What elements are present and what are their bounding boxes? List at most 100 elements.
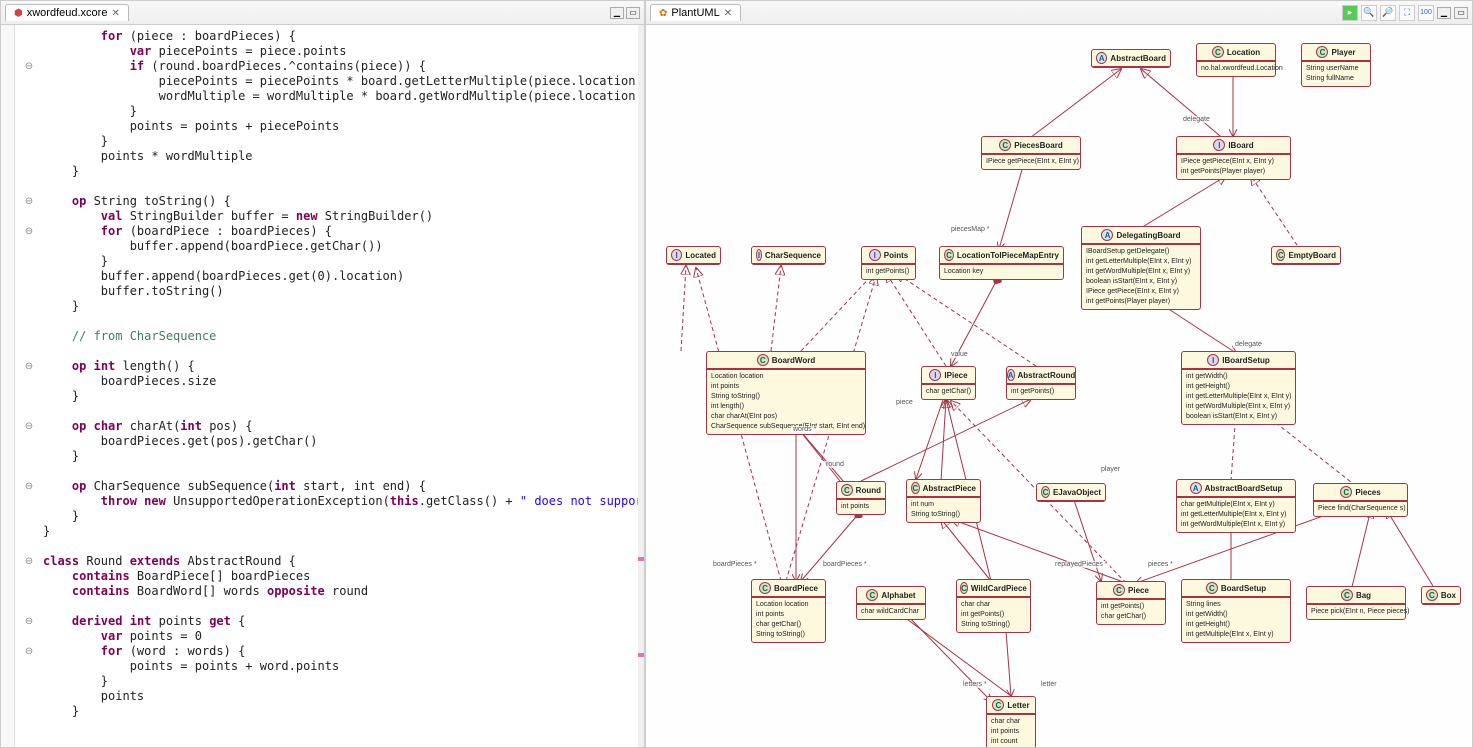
editor-body[interactable]: ⊖ ⊖ ⊖ ⊖ ⊖ ⊖ ⊖ ⊖ ⊖ for (piece : boardPieces) { va… xyxy=(1,25,644,747)
fold-toggle[interactable]: ⊖ xyxy=(15,194,43,209)
fold-toggle xyxy=(15,599,43,614)
uml-class-Location[interactable]: CLocationno.hal.xwordfeud.Location xyxy=(1196,43,1276,77)
diagram-tab[interactable]: ✿ PlantUML ✕ xyxy=(650,4,741,21)
uml-class-CharSequence[interactable]: ICharSequence xyxy=(751,246,826,265)
uml-class-Player[interactable]: CPlayerString userNameString fullName xyxy=(1301,43,1371,87)
minimize-icon[interactable]: ▁ xyxy=(1437,7,1451,19)
uml-class-IBoardSetup[interactable]: IIBoardSetupint getWidth()int getHeight(… xyxy=(1181,351,1296,425)
uml-label: letters * xyxy=(961,681,989,688)
uml-class-Pieces[interactable]: CPiecesPiece find(CharSequence s) xyxy=(1313,483,1408,517)
fold-toggle[interactable]: ⊖ xyxy=(15,224,43,239)
uml-label: boardPieces * xyxy=(711,561,759,568)
uml-class-PiecesBoard[interactable]: CPiecesBoardIPiece getPiece(EInt x, EInt… xyxy=(981,136,1081,170)
uml-class-AbstractBoard[interactable]: AAbstractBoard xyxy=(1091,49,1171,68)
fold-toggle xyxy=(15,284,43,299)
editor-pane: ⬢ xwordfeud.xcore ✕ ▁ ▭ ⊖ ⊖ ⊖ ⊖ ⊖ ⊖ ⊖ ⊖ ⊖ for (p… xyxy=(0,0,645,748)
xcore-file-icon: ⬢ xyxy=(14,8,23,19)
uml-class-DelegatingBoard[interactable]: ADelegatingBoardIBoardSetup getDelegate(… xyxy=(1081,226,1201,310)
fold-toggle xyxy=(15,494,43,509)
fold-toggle xyxy=(15,449,43,464)
uml-class-Located[interactable]: ILocated xyxy=(666,246,721,265)
zoom-in-icon[interactable]: 🔍 xyxy=(1361,5,1377,21)
fold-toggle xyxy=(15,29,43,44)
uml-class-AbstractBoardSetup[interactable]: AAbstractBoardSetupchar getMultiple(EInt… xyxy=(1176,479,1296,533)
uml-class-Box[interactable]: CBox xyxy=(1421,586,1461,605)
editor-tab[interactable]: ⬢ xwordfeud.xcore ✕ xyxy=(5,4,129,21)
uml-label: piecesMap * xyxy=(949,226,992,233)
uml-class-Bag[interactable]: CBagPiece pick(EInt n, Piece pieces) xyxy=(1306,586,1406,620)
uml-label: piece xyxy=(894,399,915,406)
fold-toggle[interactable]: ⊖ xyxy=(15,554,43,569)
maximize-icon[interactable]: ▭ xyxy=(626,7,640,19)
fold-toggle[interactable]: ⊖ xyxy=(15,644,43,659)
uml-label: letter xyxy=(1039,681,1059,688)
fold-toggle xyxy=(15,434,43,449)
fold-toggle xyxy=(15,89,43,104)
overview-ruler xyxy=(638,25,644,747)
uml-class-Points[interactable]: IPointsint getPoints() xyxy=(861,246,916,280)
uml-class-IBoard[interactable]: IIBoardIPiece getPiece(EInt x, EInt y)in… xyxy=(1176,136,1291,180)
fold-toggle xyxy=(15,149,43,164)
fold-toggle xyxy=(15,134,43,149)
fold-toggle xyxy=(15,389,43,404)
fold-toggle xyxy=(15,314,43,329)
fold-toggle xyxy=(15,164,43,179)
uml-label: player xyxy=(1099,466,1122,473)
uml-class-Alphabet[interactable]: CAlphabetchar wildCardChar xyxy=(856,586,926,620)
uml-label: delegate xyxy=(1181,116,1212,123)
maximize-icon[interactable]: ▭ xyxy=(1454,7,1468,19)
fold-toggle[interactable]: ⊖ xyxy=(15,359,43,374)
diagram-toolbar: ▸ 🔍 🔎 ⛶ 100 ▁ ▭ xyxy=(1342,5,1468,21)
uml-class-AbstractPiece[interactable]: CAbstractPieceint numString toString() xyxy=(906,479,981,523)
fold-toggle xyxy=(15,344,43,359)
uml-class-WildCardPiece[interactable]: CWildCardPiecechar charint getPoints()St… xyxy=(956,579,1031,633)
fold-toggle xyxy=(15,44,43,59)
uml-class-AbstractRound[interactable]: AAbstractRoundint getPoints() xyxy=(1006,366,1076,400)
code-area[interactable]: for (piece : boardPieces) { var piecePoi… xyxy=(43,25,638,747)
close-icon[interactable]: ✕ xyxy=(724,8,732,19)
fold-toggle[interactable]: ⊖ xyxy=(15,479,43,494)
ruler xyxy=(1,25,15,747)
100-icon[interactable]: 100 xyxy=(1418,5,1434,21)
uml-label: delegate xyxy=(1233,341,1264,348)
fold-toggle xyxy=(15,254,43,269)
uml-label: round xyxy=(824,461,846,468)
fold-toggle xyxy=(15,404,43,419)
fold-toggle xyxy=(15,509,43,524)
uml-class-Letter[interactable]: CLetterchar charint pointsint count xyxy=(986,696,1036,747)
uml-label: value xyxy=(949,351,970,358)
uml-label: boardPieces * xyxy=(821,561,869,568)
diagram-pane: ✿ PlantUML ✕ ▸ 🔍 🔎 ⛶ 100 ▁ ▭ AAbstractBo… xyxy=(645,0,1473,748)
fold-toggle xyxy=(15,269,43,284)
close-icon[interactable]: ✕ xyxy=(111,8,119,19)
fold-toggle xyxy=(15,179,43,194)
uml-class-Piece[interactable]: CPieceint getPoints()char getChar() xyxy=(1096,581,1166,625)
fold-toggle xyxy=(15,299,43,314)
fit-icon[interactable]: ⛶ xyxy=(1399,5,1415,21)
uml-class-BoardSetup[interactable]: CBoardSetupString linesint getWidth()int… xyxy=(1181,579,1291,643)
uml-class-IPiece[interactable]: IIPiecechar getChar() xyxy=(921,366,976,400)
uml-class-BoardPiece[interactable]: CBoardPieceLocation locationint pointsch… xyxy=(751,579,826,643)
fold-toggle xyxy=(15,629,43,644)
fold-gutter: ⊖ ⊖ ⊖ ⊖ ⊖ ⊖ ⊖ ⊖ ⊖ xyxy=(15,25,43,747)
uml-diagram[interactable]: AAbstractBoard CLocationno.hal.xwordfeud.… xyxy=(646,25,1472,747)
uml-class-Round[interactable]: CRoundint points xyxy=(836,481,886,515)
fold-toggle[interactable]: ⊖ xyxy=(15,614,43,629)
uml-label: words * xyxy=(791,426,818,433)
run-icon[interactable]: ▸ xyxy=(1342,5,1358,21)
fold-toggle xyxy=(15,464,43,479)
zoom-out-icon[interactable]: 🔎 xyxy=(1380,5,1396,21)
fold-toggle xyxy=(15,74,43,89)
editor-tab-bar: ⬢ xwordfeud.xcore ✕ ▁ ▭ xyxy=(1,1,644,25)
fold-toggle[interactable]: ⊖ xyxy=(15,419,43,434)
uml-class-EmptyBoard[interactable]: CEmptyBoard xyxy=(1271,246,1341,265)
minimize-icon[interactable]: ▁ xyxy=(610,7,624,19)
uml-class-BoardWord[interactable]: CBoardWordLocation locationint pointsStr… xyxy=(706,351,866,435)
fold-toggle xyxy=(15,119,43,134)
diagram-tab-title: PlantUML xyxy=(671,7,719,19)
uml-class-LocationToIPieceMapEntry[interactable]: CLocationToIPieceMapEntryLocation key xyxy=(939,246,1064,280)
fold-toggle xyxy=(15,374,43,389)
fold-toggle[interactable]: ⊖ xyxy=(15,59,43,74)
fold-toggle xyxy=(15,674,43,689)
uml-class-EJavaObject[interactable]: CEJavaObject xyxy=(1036,483,1106,502)
